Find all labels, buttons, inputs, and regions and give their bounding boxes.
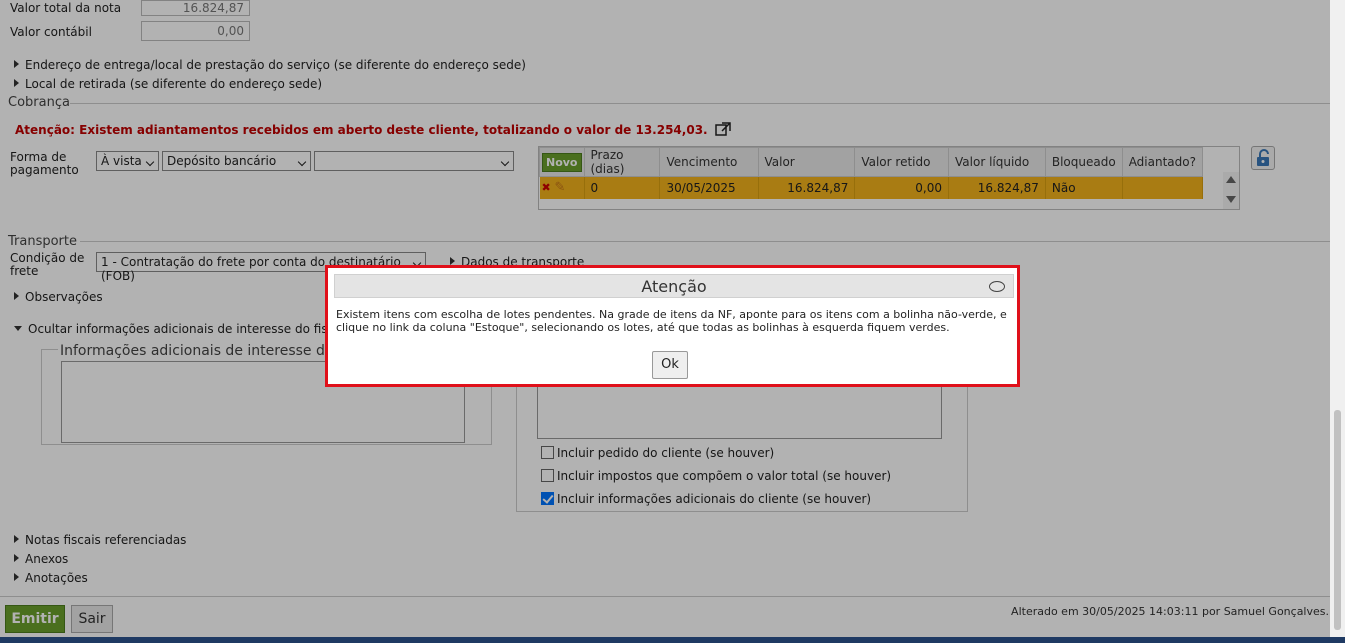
bottom-status-strip: [0, 637, 1345, 643]
dialog-title: Atenção: [641, 277, 707, 296]
dialog-titlebar: Atenção: [334, 274, 1014, 298]
scrollbar-thumb[interactable]: [1334, 410, 1341, 630]
atencao-dialog: Atenção Existem itens com escolha de lot…: [325, 265, 1020, 387]
dialog-message: Existem itens com escolha de lotes pende…: [336, 308, 1007, 334]
ok-button[interactable]: Ok: [652, 351, 688, 379]
speech-bubble-icon[interactable]: [989, 281, 1005, 292]
page-scrollbar[interactable]: [1330, 0, 1345, 643]
